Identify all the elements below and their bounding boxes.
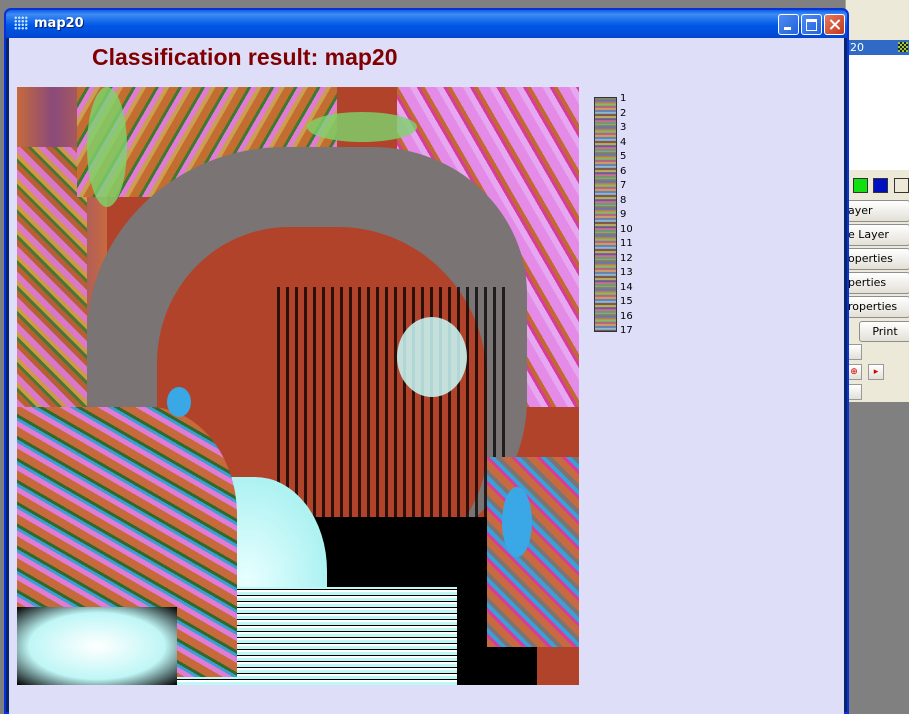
legend-label: 1 [620,93,627,104]
layer-list-selected-row[interactable]: 20 [846,40,909,55]
minimize-button[interactable] [778,14,799,35]
legend-label: 14 [620,281,633,293]
blue-color-icon[interactable] [873,178,888,193]
legend-label: 10 [620,223,633,235]
print-button[interactable]: Print [859,321,909,342]
close-button[interactable] [824,14,845,35]
legend-label: 9 [620,209,627,220]
legend-label: 17 [620,325,633,336]
remove-layer-button[interactable]: e Layer [846,224,909,246]
layer-row-label: 20 [850,41,864,54]
classification-map-image[interactable] [17,87,579,685]
legend-labels: 1 2 3 4 5 6 7 8 9 10 11 12 13 14 15 16 1… [620,92,650,339]
right-arrow-icon[interactable]: ▸ [868,364,884,380]
title-bar[interactable]: map20 [6,10,847,38]
legend-label: 8 [620,194,627,206]
properties-button-2[interactable]: perties [846,272,909,294]
layers-icon[interactable] [894,178,909,193]
legend-color-bar [594,97,617,332]
window-title: map20 [34,16,84,31]
window-client-area: Classification result: map20 1 2 3 4 5 6… [9,38,844,714]
legend-label: 13 [620,267,633,278]
legend-label: 3 [620,122,627,133]
map-title: Classification result: map20 [92,44,398,70]
background-panel: 20 ayer e Layer operties perties roperti… [845,0,909,402]
legend-label: 11 [620,238,633,249]
legend-label: 15 [620,296,633,307]
legend-label: 2 [620,107,627,119]
legend-label: 12 [620,252,633,264]
green-color-icon[interactable] [853,178,868,193]
legend-label: 16 [620,310,633,322]
legend-label: 6 [620,165,627,177]
maximize-button[interactable] [801,14,822,35]
legend-label: 7 [620,180,627,191]
legend-label: 5 [620,151,627,162]
properties-button-1[interactable]: operties [846,248,909,270]
add-layer-button[interactable]: ayer [846,200,909,222]
layer-pattern-icon [898,42,908,52]
map-window: map20 Classification result: map20 1 2 3… [4,8,849,714]
legend-label: 4 [620,136,627,148]
layer-list[interactable] [846,55,909,170]
properties-button-3[interactable]: roperties [846,296,909,318]
app-icon [14,16,28,30]
